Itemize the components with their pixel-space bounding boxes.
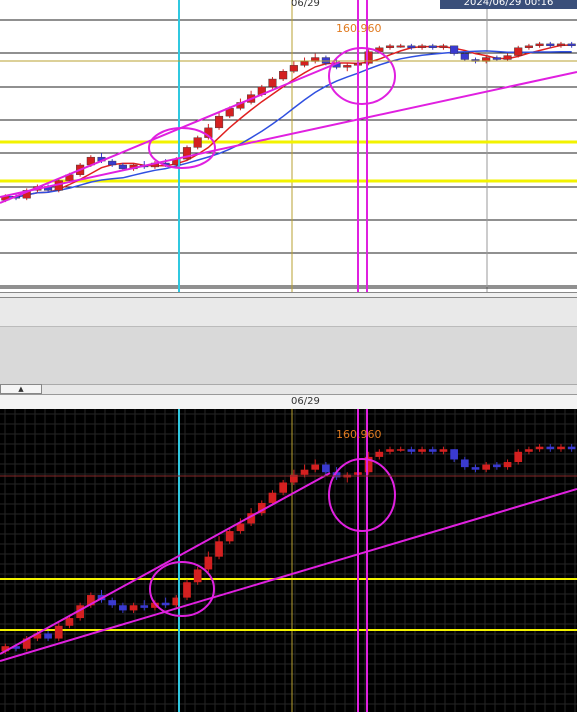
candle: [471, 467, 480, 470]
candle: [439, 449, 448, 452]
candle: [279, 71, 288, 80]
candle: [311, 464, 320, 470]
candle: [514, 451, 523, 463]
candle: [54, 625, 63, 639]
candle: [193, 569, 202, 583]
top-chart-canvas: [0, 0, 577, 292]
candle: [268, 492, 277, 503]
candle: [460, 459, 469, 468]
candle: [108, 160, 117, 166]
bottom-chart-canvas: [0, 409, 577, 712]
candle: [183, 582, 191, 598]
bottom-price-chart[interactable]: [0, 409, 577, 712]
bottom-date-label: 06/29: [291, 396, 320, 407]
candle: [450, 45, 459, 54]
candle: [493, 464, 501, 468]
candle: [140, 605, 149, 608]
candle: [525, 449, 533, 452]
candle: [225, 531, 234, 542]
candle: [321, 57, 330, 64]
candle: [44, 633, 52, 639]
candle: [546, 446, 555, 450]
collapse-bar: [0, 384, 577, 395]
candle: [567, 43, 576, 47]
highlight-circle: [149, 561, 215, 617]
timestamp-badge: 2024/06/29 00:16: [440, 0, 577, 9]
candle: [322, 464, 330, 473]
candle: [129, 605, 138, 611]
trendline: [0, 71, 577, 198]
top-date-label: 06/29: [291, 0, 320, 9]
bottom-price-label: 160.960: [336, 428, 382, 441]
candle: [118, 164, 127, 170]
candle: [428, 45, 437, 48]
bottom-header: [0, 395, 577, 409]
candle: [460, 53, 469, 60]
candle: [514, 47, 523, 56]
candle: [396, 45, 405, 48]
candle: [524, 45, 533, 48]
candle: [557, 446, 565, 450]
candle: [300, 469, 309, 475]
candle: [279, 482, 288, 493]
candle: [204, 556, 213, 570]
candle: [439, 45, 448, 48]
collapse-button[interactable]: ▲: [0, 384, 42, 394]
candle: [492, 57, 501, 60]
candle: [556, 43, 566, 47]
indicator-strip: [0, 298, 577, 326]
candle: [215, 541, 223, 557]
candle: [214, 115, 224, 129]
candle: [65, 618, 74, 626]
candle: [418, 45, 427, 48]
candle: [418, 449, 426, 452]
triangle-up-icon: ▲: [18, 384, 24, 393]
candle: [407, 45, 416, 48]
candle: [535, 43, 544, 47]
empty-indicator-panel: [0, 326, 577, 385]
candle: [119, 605, 127, 611]
candle: [289, 65, 298, 72]
candle: [193, 137, 202, 148]
candle: [268, 78, 277, 88]
candle: [343, 65, 352, 68]
candle: [108, 600, 117, 606]
top-price-chart[interactable]: [0, 0, 577, 292]
candle: [396, 449, 405, 451]
candle: [503, 55, 512, 60]
candle: [385, 45, 395, 48]
candle: [567, 446, 576, 450]
candle: [482, 464, 491, 470]
candle: [546, 43, 555, 47]
candle: [300, 61, 309, 66]
highlight-circle: [328, 47, 396, 105]
candle: [450, 449, 458, 460]
candle: [503, 462, 512, 468]
candle: [428, 449, 437, 452]
candle: [407, 449, 416, 452]
trendline: [0, 488, 577, 662]
candle: [375, 451, 384, 457]
top-price-label: 160.960: [336, 22, 382, 35]
candle: [386, 449, 394, 452]
candle: [364, 51, 373, 64]
candle: [535, 446, 544, 450]
candle: [161, 602, 170, 606]
